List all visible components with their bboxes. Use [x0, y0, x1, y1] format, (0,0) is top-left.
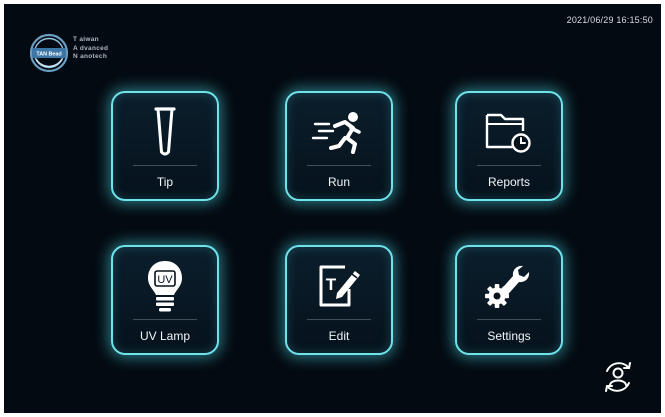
run-label: Run	[327, 175, 350, 189]
uv-lamp-button[interactable]: UV UV Lamp	[111, 245, 219, 355]
brand-logo: TAN Bead T aiwan A dvanced N anotech	[29, 33, 139, 73]
run-button[interactable]: Run	[285, 91, 393, 201]
run-divider	[307, 165, 371, 166]
main-screen: 2021/06/29 16:15:50 TAN Bead T aiwan A d…	[4, 4, 661, 413]
switch-user-icon[interactable]	[601, 360, 635, 394]
tip-icon	[154, 107, 176, 156]
tan-bead-logo-icon: TAN Bead	[29, 33, 69, 73]
settings-icon	[485, 265, 530, 308]
edit-label: Edit	[328, 329, 350, 343]
edit-button[interactable]: T Edit	[285, 245, 393, 355]
settings-divider	[477, 319, 541, 320]
reports-label: Reports	[487, 175, 531, 189]
uv-lamp-label: UV Lamp	[139, 329, 191, 343]
logo-badge-text: TAN Bead	[36, 52, 61, 58]
brand-line-2: A dvanced	[73, 44, 109, 52]
brand-line-1: T aiwan	[73, 36, 99, 43]
settings-label: Settings	[487, 329, 531, 343]
reports-folder-icon	[485, 113, 531, 153]
edit-divider	[307, 319, 371, 320]
reports-button[interactable]: Reports	[455, 91, 563, 201]
uv-lamp-divider	[133, 319, 197, 320]
edit-icon-text: T	[326, 275, 337, 294]
edit-icon: T	[319, 265, 360, 307]
reports-divider	[477, 165, 541, 166]
uv-lamp-icon-text: UV	[157, 274, 173, 286]
brand-line-3: N anotech	[73, 53, 108, 61]
settings-button[interactable]: Settings	[455, 245, 563, 355]
brand-name: T aiwan A dvanced N anotech	[73, 36, 108, 62]
datetime: 2021/06/29 16:15:50	[566, 15, 653, 25]
tip-divider	[133, 165, 197, 166]
uv-lamp-icon: UV	[148, 261, 182, 312]
tip-label: Tip	[156, 175, 174, 189]
run-icon	[311, 112, 361, 154]
tip-button[interactable]: Tip	[111, 91, 219, 201]
